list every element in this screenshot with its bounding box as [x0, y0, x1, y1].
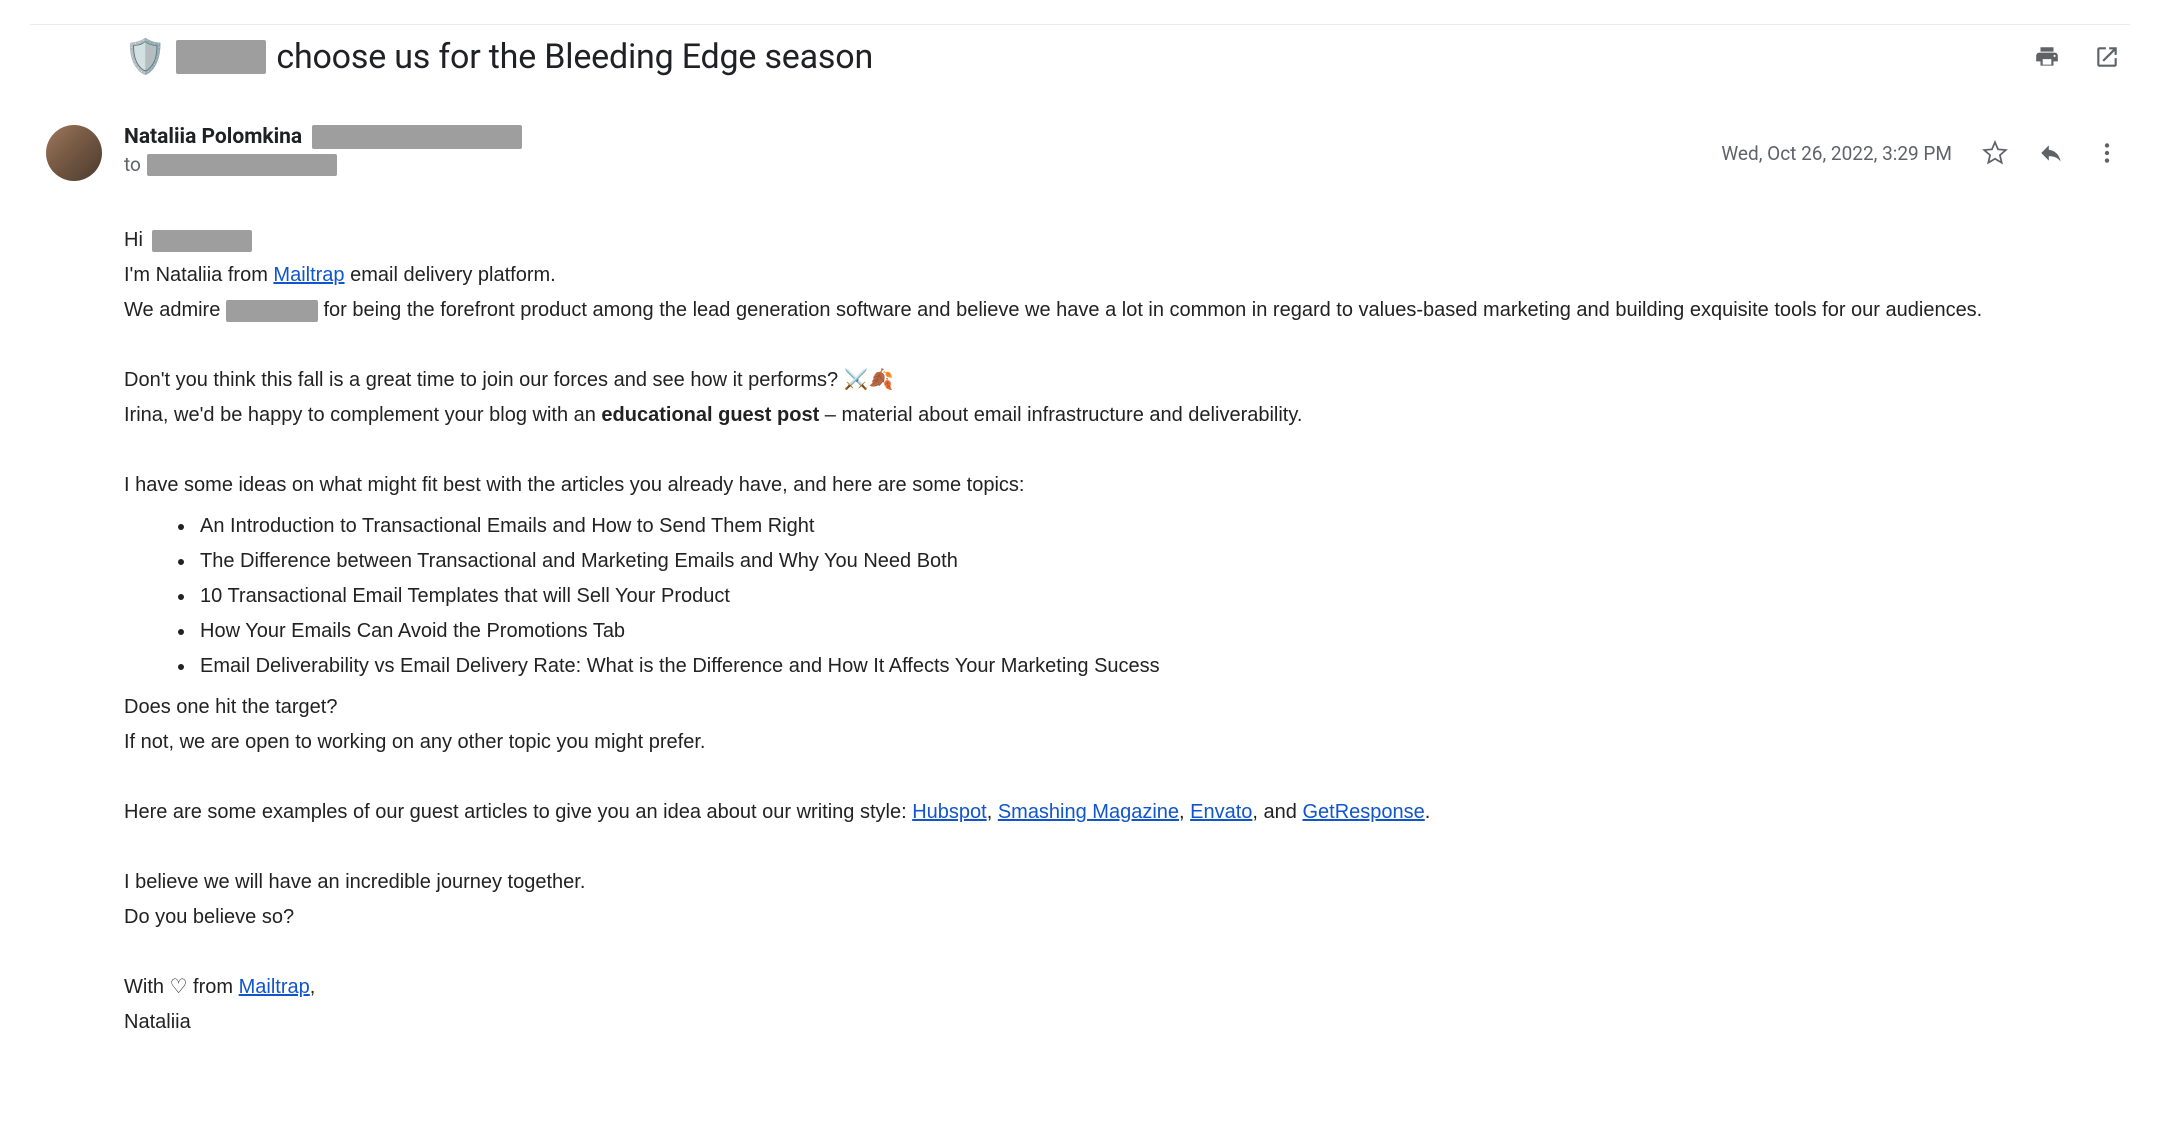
- greeting: Hi: [124, 229, 143, 251]
- mailtrap-sig-link[interactable]: Mailtrap: [239, 976, 310, 998]
- print-icon[interactable]: [2034, 44, 2060, 70]
- guest-post-bold: educational guest post: [601, 404, 819, 426]
- believe: Do you believe so?: [124, 900, 2090, 935]
- hit-target: Does one hit the target?: [124, 690, 2090, 725]
- topic-list: An Introduction to Transactional Emails …: [196, 509, 2090, 684]
- envato-link[interactable]: Envato: [1190, 801, 1252, 823]
- irina-suffix: – material about email infrastructure an…: [819, 404, 1302, 426]
- smashing-link[interactable]: Smashing Magazine: [998, 801, 1179, 823]
- list-item: 10 Transactional Email Templates that wi…: [196, 579, 2090, 614]
- irina-prefix: Irina, we'd be happy to complement your …: [124, 404, 601, 426]
- list-item: Email Deliverability vs Email Delivery R…: [196, 649, 2090, 684]
- redacted-company: [226, 300, 318, 322]
- sig-prefix: With: [124, 976, 170, 998]
- more-icon[interactable]: [2094, 140, 2120, 166]
- to-label: to: [124, 153, 141, 176]
- email-header: Nataliia Polomkina to Wed, Oct 26, 2022,…: [30, 125, 2130, 181]
- comma: ,: [987, 801, 998, 823]
- journey: I believe we will have an incredible jou…: [124, 865, 2090, 900]
- getresponse-link[interactable]: GetResponse: [1302, 801, 1424, 823]
- and: , and: [1252, 801, 1302, 823]
- avatar[interactable]: [46, 125, 102, 181]
- sig-mid: from: [188, 976, 239, 998]
- hubspot-link[interactable]: Hubspot: [912, 801, 987, 823]
- admire-prefix: We admire: [124, 299, 226, 321]
- swords-leaf-icon: ⚔️🍂: [844, 369, 894, 391]
- list-item: An Introduction to Transactional Emails …: [196, 509, 2090, 544]
- mailtrap-link[interactable]: Mailtrap: [273, 264, 344, 286]
- heart-icon: ♡: [170, 976, 188, 998]
- timestamp: Wed, Oct 26, 2022, 3:29 PM: [1721, 142, 1952, 165]
- examples-prefix: Here are some examples of our guest arti…: [124, 801, 912, 823]
- redacted-subject-prefix: [176, 40, 266, 74]
- list-item: The Difference between Transactional and…: [196, 544, 2090, 579]
- forces-line: Don't you think this fall is a great tim…: [124, 369, 844, 391]
- sig-end: ,: [310, 976, 316, 998]
- open-in-new-icon[interactable]: [2094, 44, 2120, 70]
- redacted-sender-email: [312, 125, 522, 149]
- sender-name: Nataliia Polomkina: [124, 125, 302, 149]
- reply-icon[interactable]: [2038, 140, 2064, 166]
- redacted-recipient-name: [152, 230, 252, 252]
- divider: [30, 24, 2130, 25]
- comma: ,: [1179, 801, 1190, 823]
- shield-icon: 🛡️: [124, 40, 166, 74]
- list-item: How Your Emails Can Avoid the Promotions…: [196, 614, 2090, 649]
- period: .: [1425, 801, 1431, 823]
- star-icon[interactable]: [1982, 140, 2008, 166]
- intro-prefix: I'm Nataliia from: [124, 264, 273, 286]
- admire-suffix: for being the forefront product among th…: [323, 299, 1982, 321]
- email-subject: choose us for the Bleeding Edge season: [276, 37, 873, 77]
- redacted-recipient: [147, 154, 337, 176]
- email-body: Hi I'm Nataliia from Mailtrap email deli…: [30, 223, 2130, 1040]
- signature-name: Nataliia: [124, 1005, 2090, 1040]
- if-not: If not, we are open to working on any ot…: [124, 725, 2090, 760]
- intro-suffix: email delivery platform.: [345, 264, 556, 286]
- ideas-intro: I have some ideas on what might fit best…: [124, 468, 2090, 503]
- subject-row: 🛡️ choose us for the Bleeding Edge seaso…: [30, 37, 2130, 77]
